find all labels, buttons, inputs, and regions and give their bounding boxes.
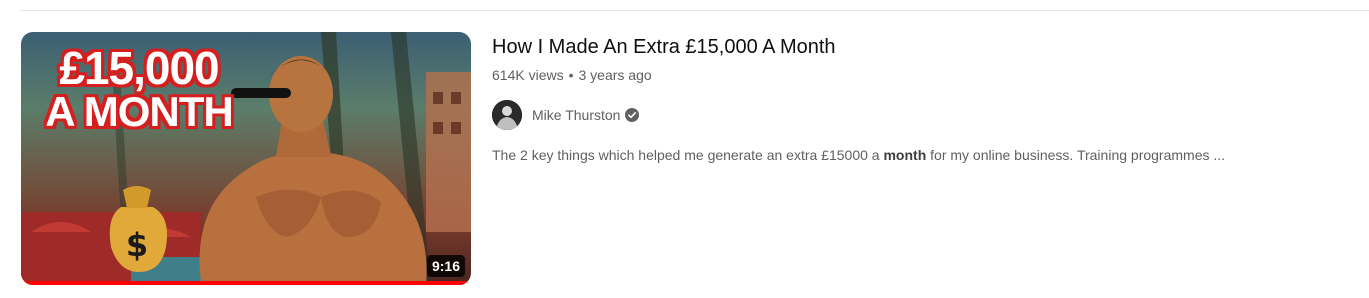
description-text-after: for my online business. Training program… [926,147,1226,163]
video-result[interactable]: $ £15,000 A MONTH 9:16 How I Made An Ext… [21,32,1361,285]
thumbnail-caption-line2: A MONTH [45,88,233,135]
duration-badge: 9:16 [426,255,465,277]
channel-name[interactable]: Mike Thurston [532,107,620,123]
channel-row: Mike Thurston [492,100,1361,130]
thumbnail-caption: £15,000 A MONTH [29,42,249,135]
video-details: How I Made An Extra £15,000 A Month 614K… [492,32,1361,285]
meta-separator: • [568,67,574,83]
description-text-before: The 2 key things which helped me generat… [492,147,884,163]
verified-check-icon [625,108,640,122]
watch-progress-bar [21,281,471,285]
video-title[interactable]: How I Made An Extra £15,000 A Month [492,34,1361,60]
view-count: 614K views [492,67,564,83]
video-description: The 2 key things which helped me generat… [492,146,1361,164]
svg-text:$: $ [126,226,148,264]
upload-age: 3 years ago [578,67,652,83]
video-thumbnail[interactable]: $ £15,000 A MONTH 9:16 [21,32,471,285]
top-divider [20,10,1369,11]
video-metadata: 614K views • 3 years ago [492,66,1361,84]
watch-progress-fill [21,281,471,285]
avatar-icon [492,100,522,130]
channel-avatar[interactable] [492,100,522,130]
thumbnail-caption-line1: £15,000 [59,42,219,94]
description-highlight: month [883,147,927,163]
